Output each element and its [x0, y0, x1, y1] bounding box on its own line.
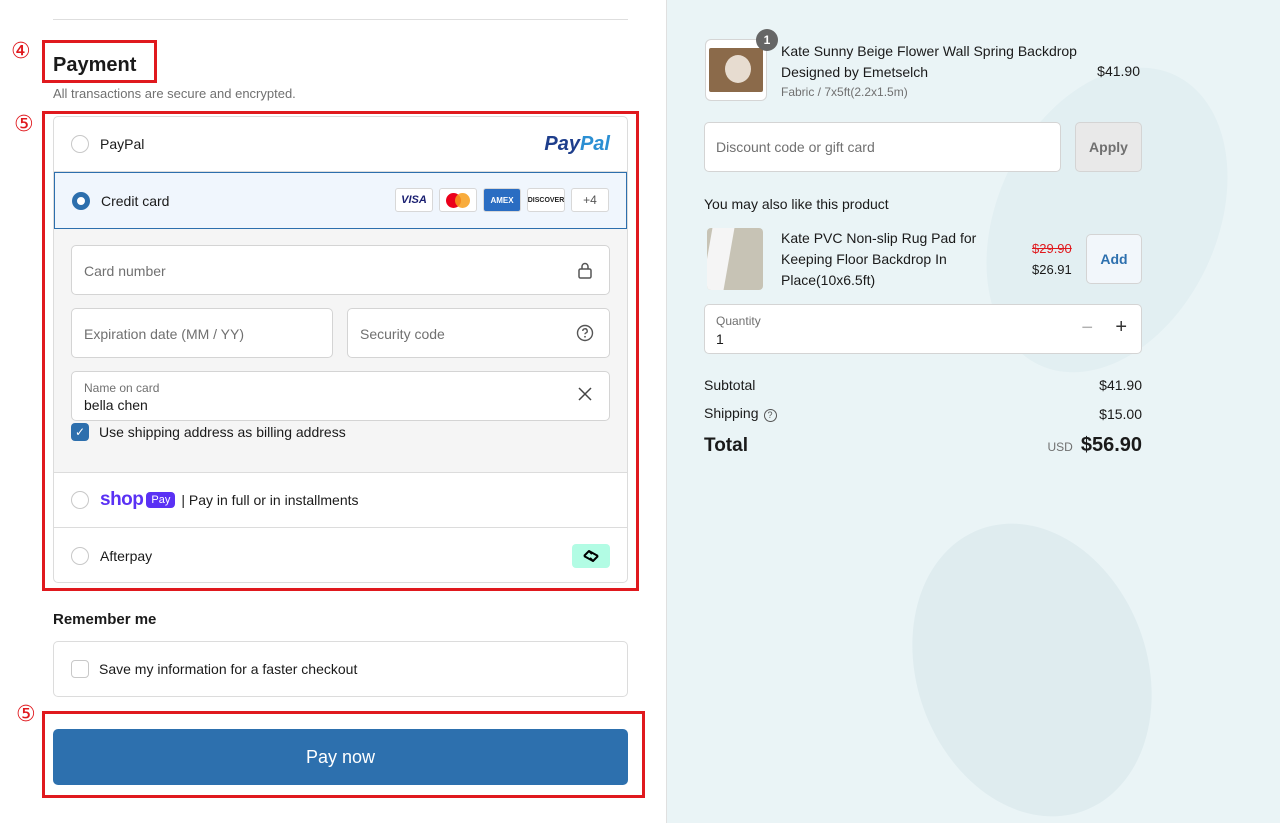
amex-icon: AMEX [483, 188, 521, 212]
security-code-field[interactable]: Security code [347, 308, 610, 358]
subtotal-row: Subtotal $41.90 [704, 377, 1142, 393]
shipping-label: Shipping [704, 405, 759, 421]
info-icon[interactable]: ? [763, 409, 777, 422]
quantity-label: Quantity [716, 314, 761, 328]
name-on-card-value: bella chen [84, 397, 148, 413]
card-number-placeholder: Card number [84, 263, 166, 279]
shipping-value: $15.00 [1099, 405, 1142, 422]
payment-methods: PayPal PayPal Credit card VISA AMEX DISC… [53, 116, 628, 583]
help-icon[interactable] [576, 324, 594, 342]
save-info-label: Save my information for a faster checkou… [99, 661, 358, 677]
annotation-step-4: ④ [11, 39, 31, 64]
mastercard-icon [439, 188, 477, 212]
expiration-date-field[interactable]: Expiration date (MM / YY) [71, 308, 333, 358]
visa-icon: VISA [395, 188, 433, 212]
product-variant: Fabric / 7x5ft(2.2x1.5m) [781, 85, 908, 99]
quantity-badge: 1 [756, 29, 778, 51]
payment-option-paypal[interactable]: PayPal PayPal [54, 117, 627, 172]
annotation-step-5-methods: ⑤ [14, 112, 34, 137]
payment-option-credit-card[interactable]: Credit card VISA AMEX DISCOVER +4 [54, 172, 627, 229]
afterpay-label: Afterpay [100, 548, 153, 564]
background-whale-decoration [939, 28, 1275, 412]
remember-me-option[interactable]: Save my information for a faster checkou… [53, 641, 628, 697]
billing-address-checkbox[interactable]: ✓ Use shipping address as billing addres… [71, 423, 346, 441]
minus-icon[interactable]: − [1081, 317, 1093, 340]
shop-pay-label: | Pay in full or in installments [181, 492, 359, 508]
radio-credit-card[interactable] [72, 191, 90, 210]
payment-title: Payment [53, 54, 137, 76]
radio-afterpay[interactable] [71, 547, 89, 565]
save-info-checkbox[interactable] [71, 660, 89, 678]
total-value: $56.90 [1080, 434, 1142, 456]
paypal-logo-b: Pal [579, 133, 610, 155]
shop-pay-badge: Pay [146, 492, 176, 508]
total-row: Total USD $56.90 [704, 434, 1142, 457]
credit-card-label: Credit card [101, 192, 170, 209]
clear-icon[interactable] [576, 387, 594, 405]
credit-card-form: Card number Expiration date (MM / YY) Se… [54, 229, 627, 473]
discover-icon: DISCOVER [527, 188, 565, 212]
paypal-logo: PayPal [544, 133, 610, 156]
radio-shop-pay[interactable] [71, 491, 89, 509]
shipping-row: Shipping? $15.00 [704, 405, 1142, 422]
payment-option-afterpay[interactable]: Afterpay [54, 528, 627, 582]
expiration-placeholder: Expiration date (MM / YY) [84, 326, 245, 342]
subtotal-value: $41.90 [1099, 377, 1142, 393]
quantity-value: 1 [716, 331, 724, 347]
quantity-stepper[interactable]: Quantity 1 − + [704, 304, 1142, 354]
card-number-field[interactable]: Card number [71, 245, 610, 295]
recommended-product-image [707, 228, 763, 290]
radio-paypal[interactable] [71, 135, 89, 153]
more-cards-badge[interactable]: +4 [571, 188, 609, 212]
payment-option-shop-pay[interactable]: shop Pay | Pay in full or in installment… [54, 473, 627, 528]
product-thumbnail: 1 [705, 29, 778, 101]
name-on-card-label: Name on card [84, 381, 160, 395]
divider [53, 19, 628, 20]
background-whale-decoration-2 [872, 489, 1192, 823]
payment-subtitle: All transactions are secure and encrypte… [53, 86, 296, 101]
card-logos: VISA AMEX DISCOVER +4 [395, 188, 609, 212]
discount-code-input[interactable] [704, 122, 1061, 172]
order-summary-panel: 1 Kate Sunny Beige Flower Wall Spring Ba… [666, 0, 1280, 823]
add-recommended-button[interactable]: Add [1086, 234, 1142, 284]
lock-icon [576, 261, 594, 279]
also-like-title: You may also like this product [704, 196, 889, 212]
pay-now-button[interactable]: Pay now [53, 729, 628, 785]
recommended-new-price: $26.91 [1032, 262, 1072, 277]
remember-me-title: Remember me [53, 611, 157, 628]
product-title: Kate Sunny Beige Flower Wall Spring Back… [781, 43, 1077, 80]
billing-checkbox-label: Use shipping address as billing address [99, 424, 346, 440]
recommended-product-title: Kate PVC Non-slip Rug Pad for Keeping Fl… [781, 230, 977, 288]
security-code-placeholder: Security code [360, 326, 445, 342]
product-price: $41.90 [1097, 63, 1140, 79]
paypal-logo-a: Pay [544, 133, 580, 155]
currency-code: USD [1047, 440, 1073, 454]
subtotal-label: Subtotal [704, 377, 756, 393]
checkout-form-panel: ④ ⑤ ⑤ Payment All transactions are secur… [0, 0, 666, 823]
paypal-label: PayPal [100, 136, 145, 152]
total-label: Total [704, 434, 748, 456]
afterpay-logo-icon [572, 544, 610, 568]
shop-pay-logo: shop [100, 489, 144, 510]
recommended-old-price: $29.90 [1032, 241, 1072, 256]
annotation-step-5-pay: ⑤ [16, 702, 36, 727]
apply-button[interactable]: Apply [1075, 122, 1142, 172]
plus-icon[interactable]: + [1115, 316, 1127, 339]
name-on-card-field[interactable]: Name on card bella chen [71, 371, 610, 421]
checkbox-checked[interactable]: ✓ [71, 423, 89, 441]
